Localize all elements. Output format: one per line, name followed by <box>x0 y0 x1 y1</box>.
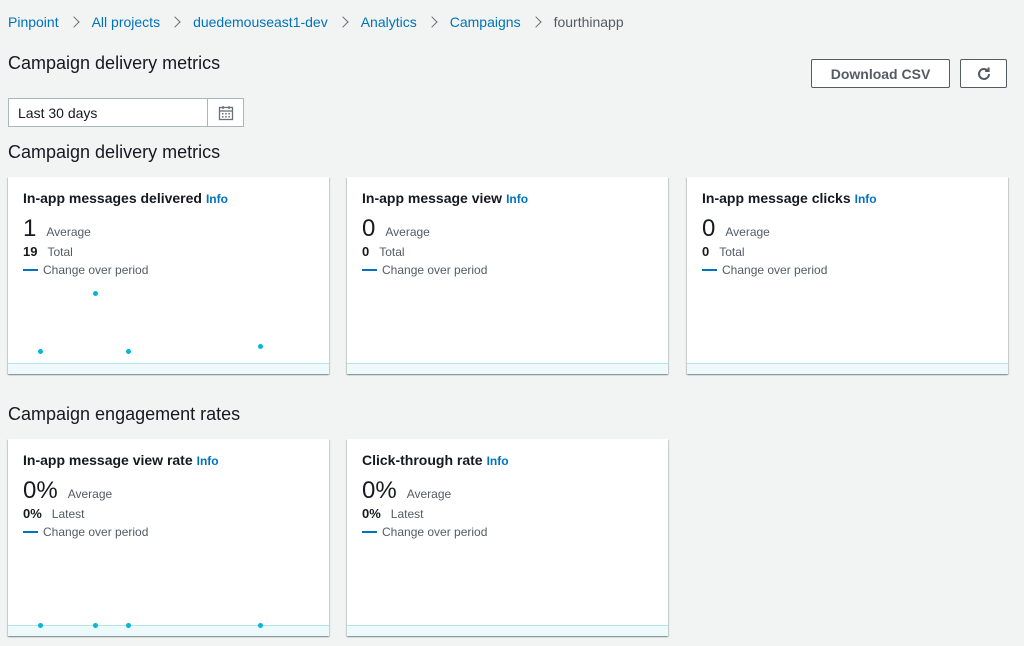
metric-card-delivered: In-app messages delivered Info 1 Average 1… <box>8 177 329 374</box>
refresh-button[interactable] <box>960 59 1007 88</box>
card-title: In-app message view rate Info <box>23 452 219 468</box>
refresh-icon <box>977 67 990 80</box>
metric-value-label: Average <box>46 225 91 239</box>
calendar-button[interactable] <box>207 99 243 126</box>
legend-text: Change over period <box>382 263 488 277</box>
metric-value: 1 <box>23 215 37 242</box>
chart-point <box>126 349 131 354</box>
metric-value: 0% <box>362 477 397 504</box>
info-link[interactable]: Info <box>487 454 509 468</box>
breadcrumb-analytics[interactable]: Analytics <box>361 14 417 30</box>
metric-sub-label: Total <box>47 245 73 259</box>
sparkline-area <box>347 625 668 636</box>
metric-sub-value: 19 <box>23 244 38 259</box>
engagement-section-title: Campaign engagement rates <box>8 404 241 424</box>
metric-sub-value: 0 <box>362 244 370 259</box>
chevron-right-icon <box>337 16 349 28</box>
legend-text: Change over period <box>382 525 488 539</box>
metric-value: 0 <box>702 215 716 242</box>
sparkline-area <box>347 363 668 374</box>
metric-value: 0% <box>23 477 58 504</box>
legend-line-icon <box>362 531 377 533</box>
metric-card-clicks: In-app message clicks Info 0 Average 0 Tota… <box>687 177 1008 374</box>
legend-line-icon <box>23 269 38 271</box>
card-title-text: In-app messages delivered <box>23 190 202 206</box>
metric-sub-label: Total <box>379 245 405 259</box>
metric-sub-label: Latest <box>390 507 424 521</box>
chevron-right-icon <box>67 16 80 28</box>
info-link[interactable]: Info <box>855 192 877 206</box>
sparkline-area <box>8 625 329 636</box>
date-range-input[interactable] <box>9 99 207 126</box>
chart-point <box>258 344 263 349</box>
metric-sub-value: 0% <box>362 506 381 521</box>
legend-line-icon <box>702 269 717 271</box>
breadcrumb-all-projects[interactable]: All projects <box>92 14 160 30</box>
breadcrumb-pinpoint[interactable]: Pinpoint <box>8 14 59 30</box>
card-title-text: Click-through rate <box>362 452 483 468</box>
metric-value-label: Average <box>406 487 452 501</box>
chevron-right-icon <box>529 16 542 28</box>
sparkline-area <box>8 363 329 374</box>
metric-value: 0 <box>362 215 376 242</box>
chevron-right-icon <box>169 16 181 28</box>
chart-point <box>126 623 131 628</box>
breadcrumb: Pinpoint All projects duedemouseast1-dev… <box>8 14 624 30</box>
legend-text: Change over period <box>43 263 149 277</box>
card-title: In-app message clicks Info <box>702 190 877 206</box>
metric-sub-value: 0 <box>702 244 710 259</box>
metric-sub-label: Total <box>719 245 745 259</box>
chart-point <box>93 291 98 296</box>
chart-point <box>258 623 263 628</box>
metric-sub-label: Latest <box>51 507 85 521</box>
metric-sub-value: 0% <box>23 506 42 521</box>
page-title: Campaign delivery metrics <box>8 53 221 73</box>
date-range-picker <box>8 98 244 127</box>
chart-point <box>38 623 43 628</box>
metric-card-click-through-rate: Click-through rate Info 0% Average 0% Lates… <box>347 439 668 636</box>
delivery-section-title: Campaign delivery metrics <box>8 142 221 162</box>
chart-point <box>93 623 98 628</box>
breadcrumb-campaigns[interactable]: Campaigns <box>450 14 521 30</box>
card-title-text: In-app message view <box>362 190 503 206</box>
calendar-icon <box>218 105 233 120</box>
chart-point <box>38 349 43 354</box>
breadcrumb-current: fourthinapp <box>553 14 624 30</box>
metric-value-label: Average <box>725 225 770 239</box>
card-title-text: In-app message clicks <box>702 190 851 206</box>
metric-card-view-rate: In-app message view rate Info 0% Average 0… <box>8 439 329 636</box>
legend-line-icon <box>23 531 38 533</box>
legend-text: Change over period <box>722 263 828 277</box>
card-title: Click-through rate Info <box>362 452 509 468</box>
sparkline-area <box>687 363 1008 374</box>
card-title: In-app message view Info <box>362 190 528 206</box>
metric-card-view: In-app message view Info 0 Average 0 Total … <box>347 177 668 374</box>
metric-value-label: Average <box>67 487 113 501</box>
metric-value-label: Average <box>385 225 430 239</box>
legend-line-icon <box>362 269 377 271</box>
info-link[interactable]: Info <box>206 192 228 206</box>
chevron-right-icon <box>426 16 438 28</box>
info-link[interactable]: Info <box>197 454 219 468</box>
info-link[interactable]: Info <box>506 192 528 206</box>
card-title: In-app messages delivered Info <box>23 190 228 206</box>
breadcrumb-project[interactable]: duedemouseast1-dev <box>193 14 328 30</box>
legend-text: Change over period <box>43 525 149 539</box>
card-title-text: In-app message view rate <box>23 452 193 468</box>
download-csv-button[interactable]: Download CSV <box>811 59 950 88</box>
